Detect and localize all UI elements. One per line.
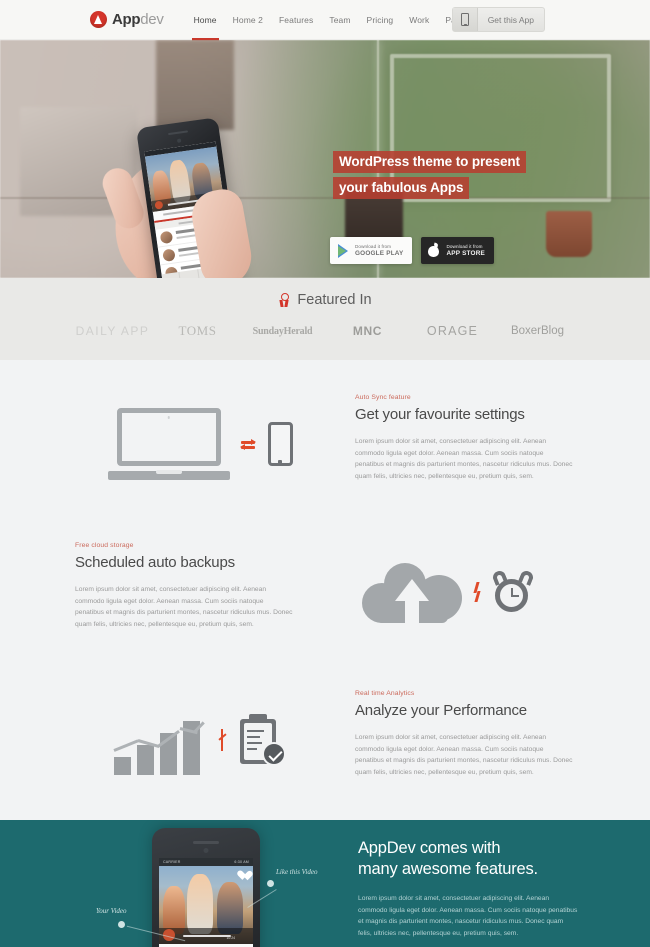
cloud-upload-icon [362,561,462,625]
carrier-label: CARRIER [163,860,181,864]
laptop-icon [107,408,230,480]
hero-background-photo [0,40,650,278]
sync-arrows-icon [239,435,258,453]
hero-headline: WordPress theme to present your fabulous… [333,151,526,203]
triangle-logo-icon [90,11,107,28]
promo-video-thumbnail: 10:24 [159,866,253,944]
callout-like-this-video: Like this Video [276,868,318,876]
phone-icon [452,8,478,31]
nav-item-work[interactable]: Work [401,0,437,40]
nav-item-pricing[interactable]: Pricing [359,0,402,40]
status-bar: CARRIER 6:30 AM [159,858,253,866]
google-play-icon [336,243,349,258]
feature-copy-analytics: Real time Analytics Analyze your Perform… [355,690,573,778]
logo-bold: App [112,11,141,28]
pulse-icon [216,729,228,751]
clock-label: 6:30 AM [234,860,249,864]
gplay-small-label: Download it from [355,244,392,249]
feature-icons-sync [75,394,325,494]
promo-title-line1: AppDev comes with [358,839,501,857]
smartphone-icon [267,422,293,466]
press-logo-boxerblog: BoxerBlog [510,325,565,337]
promo-title-line2: many awesome features. [358,860,538,878]
press-logo-daily-app: DAILY APP [75,324,150,338]
store-buttons: Download it from GOOGLE PLAY Download it… [330,237,494,264]
gplay-big-label: GOOGLE PLAY [355,250,404,257]
header-get-app-label: Get this App [487,14,534,25]
featured-in-title: Featured In [297,292,372,308]
header-get-app-button[interactable]: Get this App [451,7,545,32]
nav-item-features[interactable]: Features [271,0,321,40]
feature-title: Scheduled auto backups [75,554,235,571]
featured-in-title-row: Featured In [0,292,650,308]
feature-icons-analytics [75,690,325,790]
bar-chart-icon [113,705,206,775]
award-badge-icon [278,293,291,307]
site-header: Appdev Home Home 2 Features Team Pricing… [0,0,650,41]
feature-icons-backup [323,542,573,642]
nav-item-team[interactable]: Team [321,0,358,40]
logo-text: Appdev [112,11,164,28]
promo-section: CARRIER 6:30 AM 10:24 Cloudy with a Chan… [0,820,650,947]
video-time: 10:24 [226,936,236,940]
callout-your-video: Your Video [96,907,127,915]
feature-row-analytics: Real time Analytics Analyze your Perform… [75,690,575,790]
features-section: Auto Sync feature Get your favourite set… [0,360,650,820]
alarm-clock-icon [491,569,535,614]
promo-phone-mockup: CARRIER 6:30 AM 10:24 Cloudy with a Chan… [152,828,260,947]
promo-copy: AppDev comes with many awesome features. … [358,838,578,947]
feature-body: Lorem ipsum dolor sit amet, consectetuer… [355,734,573,776]
press-logo-orage: ORAGE [426,324,479,338]
feature-row-auto-sync: Auto Sync feature Get your favourite set… [75,394,575,494]
logo[interactable]: Appdev [90,11,164,28]
promo-body: Lorem ipsum dolor sit amet, consectetuer… [358,895,578,937]
promo-title: AppDev comes with many awesome features. [358,838,578,880]
promo-phone-screen: CARRIER 6:30 AM 10:24 Cloudy with a Chan… [159,858,253,947]
feature-kicker: Real time Analytics [355,690,415,697]
callout-dot [118,921,125,928]
callout-dot [267,880,274,887]
feature-body: Lorem ipsum dolor sit amet, consectetuer… [75,586,293,628]
hero-headline-line1: WordPress theme to present [333,151,526,173]
press-logo-toms: TOMS [178,323,217,338]
feature-copy-auto-sync: Auto Sync feature Get your favourite set… [355,394,573,482]
nav-item-home-2[interactable]: Home 2 [225,0,271,40]
press-logos: DAILY APP TOMS SundayHerald MNC ORAGE Bo… [0,323,650,339]
feature-kicker: Auto Sync feature [355,394,411,401]
feature-title: Get your favourite settings [355,406,525,423]
like-heart-icon[interactable] [237,871,248,881]
logo-light: dev [140,11,164,28]
feature-copy-cloud-backup: Free cloud storage Scheduled auto backup… [75,542,293,630]
clipboard-check-icon [238,714,286,766]
feature-body: Lorem ipsum dolor sit amet, consectetuer… [355,438,573,480]
landing-page: Appdev Home Home 2 Features Team Pricing… [0,0,650,947]
nav-item-home[interactable]: Home [186,0,225,41]
feature-title: Analyze your Performance [355,702,527,719]
appstore-small-label: Download it from [446,244,483,249]
apple-icon [427,243,440,258]
appstore-big-label: APP STORE [446,250,485,257]
google-play-button[interactable]: Download it from GOOGLE PLAY [330,237,413,264]
main-nav: Home Home 2 Features Team Pricing Work P… [186,0,478,41]
lightning-bolt-icon [472,581,482,603]
app-store-button[interactable]: Download it from APP STORE [421,237,494,264]
featured-in-section: Featured In DAILY APP TOMS SundayHerald … [0,278,650,360]
feature-row-cloud-backup: Free cloud storage Scheduled auto backup… [75,542,575,642]
press-logo-mnc: MNC [352,324,383,338]
feature-kicker: Free cloud storage [75,542,134,549]
hero-headline-line2: your fabulous Apps [333,177,470,199]
press-logo-sundayherald: SundayHerald [252,325,313,337]
hero-section: WordPress theme to present your fabulous… [0,40,650,278]
